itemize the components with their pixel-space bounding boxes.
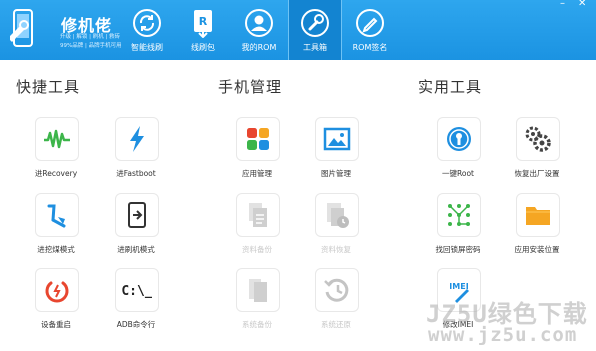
pattern-lock-icon: [448, 204, 470, 226]
tool-label: 一键Root: [442, 169, 474, 178]
section-title-utilities: 实用工具: [418, 78, 483, 96]
gears-icon: [525, 126, 551, 152]
terminal-glyph: C:\_: [122, 284, 152, 299]
waveform-icon: [44, 129, 70, 149]
tool-enter-download-mode[interactable]: 进挖煤模式: [21, 193, 91, 259]
app-subtitle-1: 升级 | 解锁 | 刷机 | 救砖: [60, 34, 121, 40]
pen-icon: [356, 9, 384, 37]
nav-label: ROM签名: [352, 43, 388, 52]
window-controls: – ✕: [558, 0, 592, 12]
tool-system-restore: 系统还原: [301, 268, 371, 334]
tool-tile: [516, 117, 560, 161]
tool-tile: [315, 193, 359, 237]
tool-label: 图片管理: [321, 169, 351, 178]
nav-label: 工具箱: [303, 43, 327, 52]
tool-tile: [236, 268, 280, 312]
tool-tile: [236, 193, 280, 237]
wrench-icon: [301, 9, 329, 37]
tool-tile: [35, 193, 79, 237]
tool-label: 资料恢复: [321, 245, 351, 254]
tool-label: 进刷机模式: [117, 245, 155, 254]
nav-my-rom[interactable]: 我的ROM: [233, 0, 285, 60]
app-logo: 修机佬 升级 | 解锁 | 刷机 | 救砖 99%品牌 | 品牌手机可用: [4, 4, 124, 56]
tool-tile: [315, 268, 359, 312]
tool-system-backup: 系统备份: [222, 268, 292, 334]
tool-tile: [437, 193, 481, 237]
nav-label: 智能线刷: [131, 43, 163, 52]
tool-factory-reset[interactable]: 恢复出厂设置: [502, 117, 572, 183]
system-backup-icon: [249, 279, 267, 302]
close-button[interactable]: ✕: [578, 0, 586, 9]
tool-enter-recovery[interactable]: 进Recovery: [21, 117, 91, 183]
tool-device-restart[interactable]: 设备重启: [21, 268, 91, 334]
section-title-quick-tools: 快捷工具: [16, 78, 81, 96]
nav-label: 我的ROM: [241, 43, 277, 52]
tool-data-restore: 资料恢复: [301, 193, 371, 259]
tool-app-install-location[interactable]: 应用安装位置: [502, 193, 572, 259]
tool-label: 系统还原: [321, 320, 351, 329]
shovel-icon: [47, 204, 66, 228]
tool-adb-command-line[interactable]: C:\_ ADB命令行: [101, 268, 171, 334]
document-restore-icon: [327, 203, 349, 228]
tool-tile: [516, 193, 560, 237]
phone-repair-logo-icon: [10, 9, 33, 47]
image-icon: [323, 127, 351, 151]
tool-one-click-root[interactable]: 一键Root: [423, 117, 493, 183]
folder-icon: [526, 207, 550, 225]
nav-toolbox[interactable]: 工具箱: [288, 0, 342, 60]
tool-label: ADB命令行: [116, 320, 156, 329]
tool-label: 进Fastboot: [116, 169, 156, 178]
tool-enter-flash-mode[interactable]: 进刷机模式: [101, 193, 171, 259]
tool-image-management[interactable]: 图片管理: [301, 117, 371, 183]
minimize-button[interactable]: –: [560, 0, 565, 9]
section-title-phone-management: 手机管理: [218, 78, 283, 96]
refresh-icon: [133, 9, 161, 37]
keyhole-icon: [447, 127, 471, 151]
tool-label: 设备重启: [41, 320, 71, 329]
tool-tile: C:\_: [115, 268, 159, 312]
tool-label: 系统备份: [242, 320, 272, 329]
tool-tile: [437, 117, 481, 161]
svg-text:R: R: [199, 15, 208, 28]
imei-glyph: IMEI: [449, 282, 468, 291]
lightning-icon: [130, 126, 144, 152]
tool-tile: [35, 268, 79, 312]
tool-tile: [115, 193, 159, 237]
tool-label: 应用管理: [242, 169, 272, 178]
document-backup-icon: [249, 203, 267, 227]
tool-enter-fastboot[interactable]: 进Fastboot: [101, 117, 171, 183]
phone-flash-icon: [128, 202, 146, 228]
terminal-icon: C:\_: [122, 284, 152, 299]
nav-flash-package[interactable]: R 线刷包: [177, 0, 229, 60]
tool-label: 进挖煤模式: [37, 245, 75, 254]
nav-label: 线刷包: [191, 43, 215, 52]
tool-label: 进Recovery: [34, 169, 78, 178]
download-package-icon: R: [194, 10, 212, 38]
tool-label: 恢复出厂设置: [514, 169, 560, 178]
user-icon: [245, 9, 273, 37]
tool-tile: [236, 117, 280, 161]
site-watermark: JZ5U绿色下载 www.jz5u.com: [420, 292, 596, 351]
tool-recover-lock-password[interactable]: 找回锁屏密码: [423, 193, 493, 259]
tool-tile: [115, 117, 159, 161]
tool-tile: [315, 117, 359, 161]
watermark-line-2: www.jz5u.com: [428, 324, 578, 346]
restart-icon: [45, 281, 69, 303]
tool-data-backup: 资料备份: [222, 193, 292, 259]
history-icon: [324, 278, 349, 302]
tool-label: 找回锁屏密码: [435, 245, 481, 254]
tool-label: 资料备份: [242, 245, 272, 254]
tool-label: 应用安装位置: [514, 245, 560, 254]
tool-app-management[interactable]: 应用管理: [222, 117, 292, 183]
nav-rom-signature[interactable]: ROM签名: [344, 0, 396, 60]
header-bar: 修机佬 升级 | 解锁 | 刷机 | 救砖 99%品牌 | 品牌手机可用 智能线…: [0, 0, 596, 60]
nav-smart-flash[interactable]: 智能线刷: [121, 0, 173, 60]
apps-grid-icon: [247, 128, 269, 150]
tool-tile: [35, 117, 79, 161]
app-subtitle-2: 99%品牌 | 品牌手机可用: [60, 43, 122, 49]
